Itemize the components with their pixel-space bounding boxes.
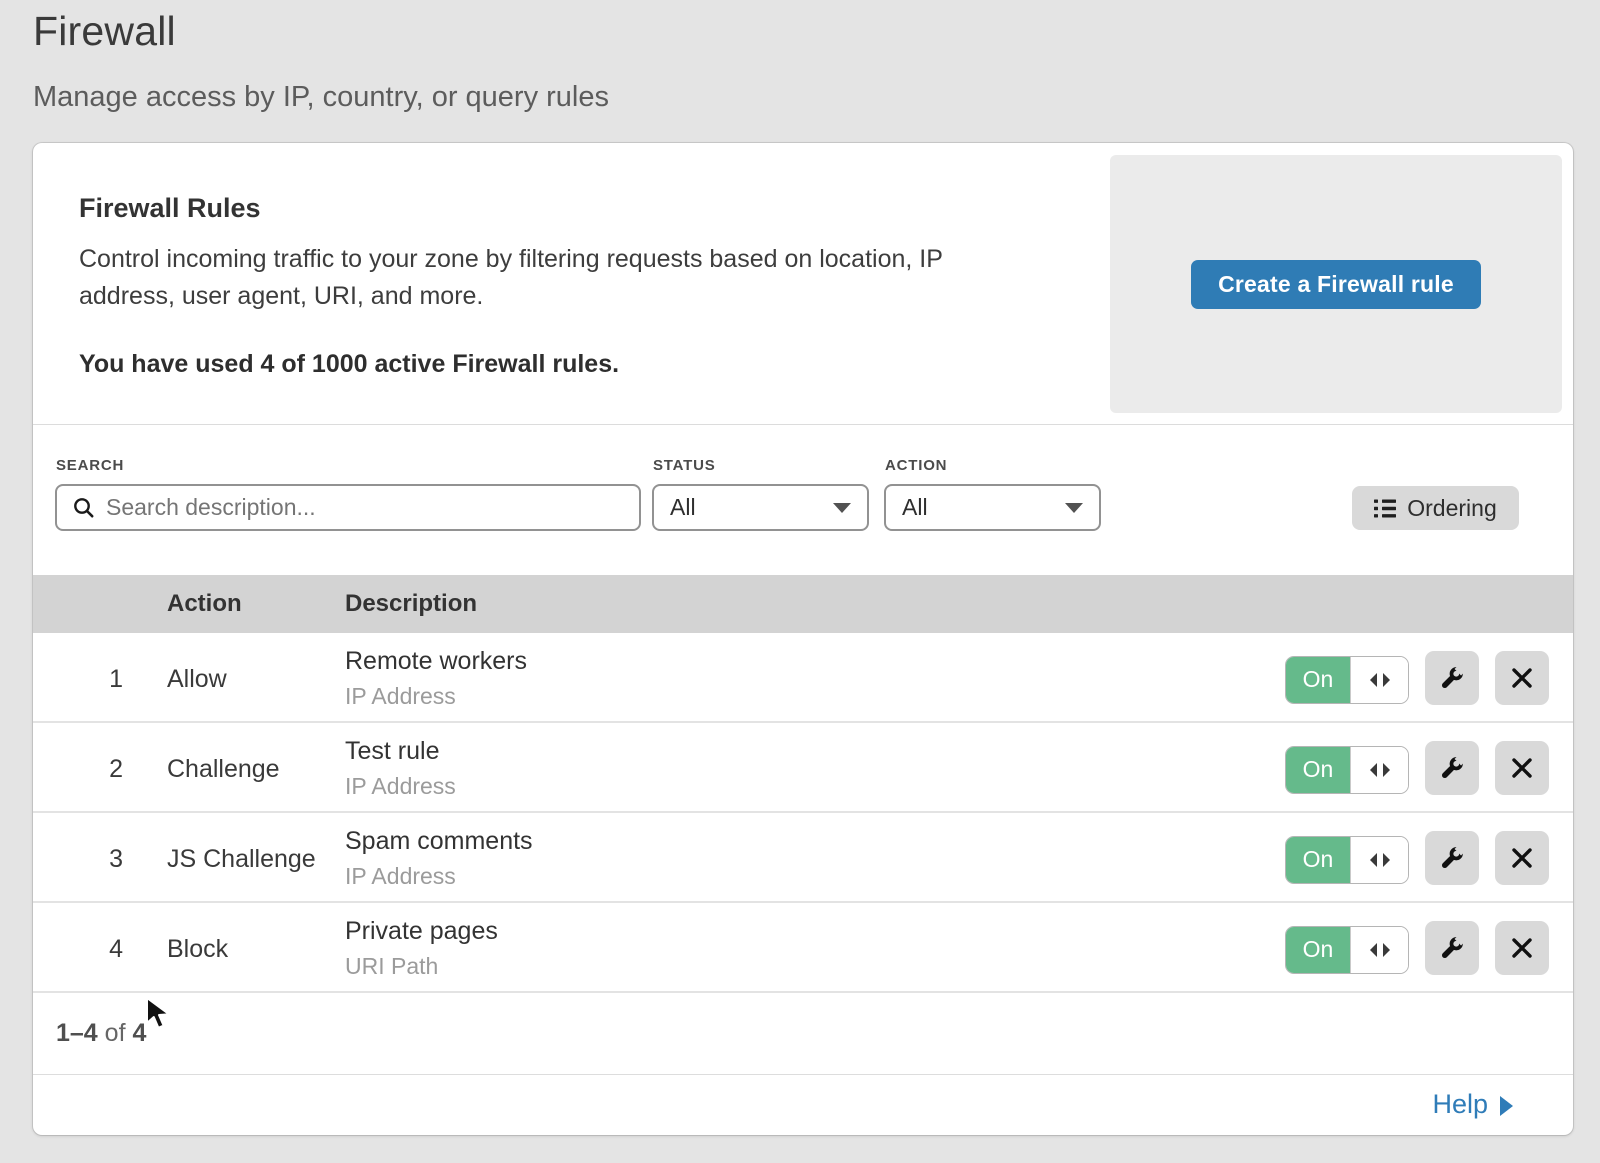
- rule-match-type: URI Path: [345, 953, 438, 980]
- close-icon: [1511, 667, 1533, 689]
- rule-action: Allow: [167, 665, 227, 694]
- edit-rule-button[interactable]: [1425, 831, 1479, 885]
- search-input[interactable]: [106, 494, 639, 521]
- ordered-list-icon: [1374, 499, 1396, 518]
- edit-rule-button[interactable]: [1425, 651, 1479, 705]
- rule-toggle[interactable]: On: [1285, 746, 1409, 794]
- rule-controls: On: [1285, 654, 1549, 702]
- rule-action: JS Challenge: [167, 845, 316, 874]
- rule-toggle[interactable]: On: [1285, 836, 1409, 884]
- toggle-on-label[interactable]: On: [1286, 657, 1350, 703]
- rule-match-type: IP Address: [345, 683, 456, 710]
- pagination-total: 4: [132, 1019, 146, 1047]
- priority-arrows-icon[interactable]: [1350, 657, 1408, 703]
- priority-arrows-icon[interactable]: [1350, 927, 1408, 973]
- filter-section: SEARCH STATUS All ACTION All: [33, 425, 1573, 575]
- status-label: STATUS: [653, 457, 716, 474]
- action-select-value: All: [902, 494, 928, 521]
- pagination-text: 1–4 of 4: [56, 1019, 146, 1048]
- close-icon: [1511, 847, 1533, 869]
- priority-arrows-icon[interactable]: [1350, 837, 1408, 883]
- wrench-icon: [1438, 664, 1466, 692]
- intro-heading: Firewall Rules: [79, 193, 261, 224]
- pagination-range: 1–4: [56, 1019, 98, 1047]
- rule-toggle[interactable]: On: [1285, 656, 1409, 704]
- status-select[interactable]: All: [652, 484, 869, 531]
- rule-description: Private pages: [345, 917, 498, 946]
- rule-toggle[interactable]: On: [1285, 926, 1409, 974]
- toggle-on-label[interactable]: On: [1286, 747, 1350, 793]
- intro-description: Control incoming traffic to your zone by…: [79, 241, 1039, 315]
- rule-priority: 1: [85, 665, 123, 694]
- help-arrow-icon: [1500, 1096, 1513, 1116]
- close-icon: [1511, 757, 1533, 779]
- wrench-icon: [1438, 934, 1466, 962]
- table-row: 4 Block Private pages URI Path On: [33, 903, 1573, 993]
- intro-section: Firewall Rules Control incoming traffic …: [33, 143, 1573, 425]
- toggle-on-label[interactable]: On: [1286, 927, 1350, 973]
- table-header: Action Description: [33, 575, 1573, 633]
- rule-match-type: IP Address: [345, 863, 456, 890]
- pagination-row: 1–4 of 4: [33, 993, 1573, 1075]
- column-header-action: Action: [167, 590, 242, 618]
- firewall-page: Firewall Manage access by IP, country, o…: [0, 0, 1600, 1163]
- help-link[interactable]: Help: [1432, 1089, 1513, 1120]
- ordering-button-label: Ordering: [1407, 495, 1496, 522]
- action-select[interactable]: All: [884, 484, 1101, 531]
- chevron-down-icon: [833, 503, 851, 513]
- delete-rule-button[interactable]: [1495, 741, 1549, 795]
- table-row: 3 JS Challenge Spam comments IP Address …: [33, 813, 1573, 903]
- create-rule-panel: Create a Firewall rule: [1110, 155, 1562, 413]
- page-title: Firewall: [33, 8, 1573, 55]
- table-row: 2 Challenge Test rule IP Address On: [33, 723, 1573, 813]
- table-row: 1 Allow Remote workers IP Address On: [33, 633, 1573, 723]
- ordering-button[interactable]: Ordering: [1352, 486, 1519, 530]
- rule-controls: On: [1285, 744, 1549, 792]
- search-icon: [72, 496, 96, 520]
- rule-priority: 3: [85, 845, 123, 874]
- action-label: ACTION: [885, 457, 947, 474]
- page-header: Firewall Manage access by IP, country, o…: [33, 0, 1573, 114]
- search-box[interactable]: [55, 484, 641, 531]
- delete-rule-button[interactable]: [1495, 651, 1549, 705]
- rule-description: Test rule: [345, 737, 439, 766]
- intro-usage-count: You have used 4 of 1000 active Firewall …: [79, 350, 619, 379]
- close-icon: [1511, 937, 1533, 959]
- page-subtitle: Manage access by IP, country, or query r…: [33, 81, 1573, 114]
- pagination-of: of: [105, 1019, 126, 1047]
- rule-match-type: IP Address: [345, 773, 456, 800]
- help-link-label: Help: [1432, 1089, 1488, 1120]
- rule-priority: 4: [85, 935, 123, 964]
- rule-controls: On: [1285, 924, 1549, 972]
- column-header-description: Description: [345, 590, 477, 618]
- status-select-value: All: [670, 494, 696, 521]
- rule-description: Remote workers: [345, 647, 527, 676]
- card-footer: Help: [33, 1075, 1573, 1134]
- edit-rule-button[interactable]: [1425, 921, 1479, 975]
- create-firewall-rule-button[interactable]: Create a Firewall rule: [1191, 260, 1481, 309]
- wrench-icon: [1438, 754, 1466, 782]
- priority-arrows-icon[interactable]: [1350, 747, 1408, 793]
- delete-rule-button[interactable]: [1495, 831, 1549, 885]
- chevron-down-icon: [1065, 503, 1083, 513]
- edit-rule-button[interactable]: [1425, 741, 1479, 795]
- search-label: SEARCH: [56, 457, 124, 474]
- firewall-rules-card: Firewall Rules Control incoming traffic …: [33, 143, 1573, 1135]
- rule-action: Block: [167, 935, 228, 964]
- rule-priority: 2: [85, 755, 123, 784]
- toggle-on-label[interactable]: On: [1286, 837, 1350, 883]
- rule-description: Spam comments: [345, 827, 533, 856]
- delete-rule-button[interactable]: [1495, 921, 1549, 975]
- rule-controls: On: [1285, 834, 1549, 882]
- wrench-icon: [1438, 844, 1466, 872]
- rule-action: Challenge: [167, 755, 280, 784]
